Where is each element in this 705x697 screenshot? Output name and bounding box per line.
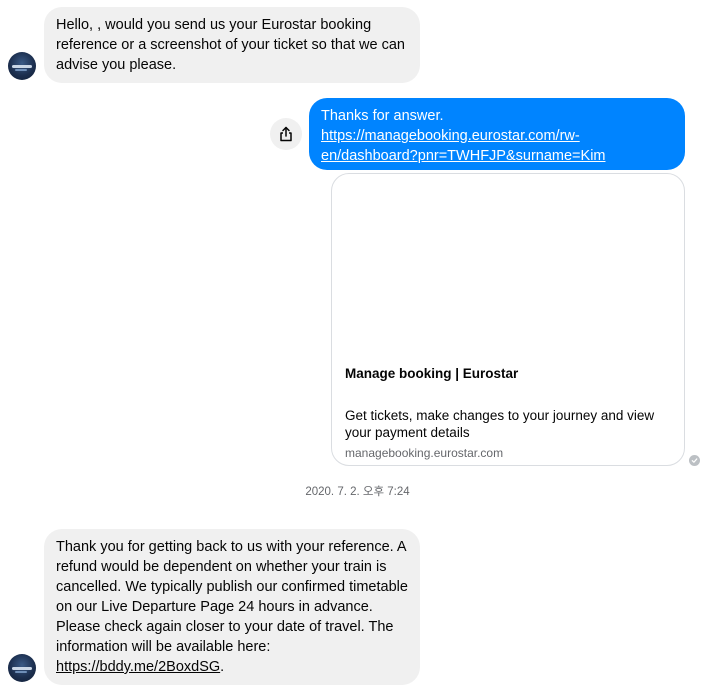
message-timestamp: 2020. 7. 2. 오후 7:24 bbox=[0, 483, 705, 499]
message-link[interactable]: https://bddy.me/2BoxdSG bbox=[56, 659, 220, 675]
link-preview-domain: managebooking.eurostar.com bbox=[345, 446, 504, 460]
share-icon bbox=[280, 126, 292, 142]
message-text: Thank you for getting back to us with yo… bbox=[56, 539, 408, 655]
share-button[interactable] bbox=[270, 118, 302, 150]
avatar-image-detail bbox=[15, 69, 27, 71]
link-preview-description: Get tickets, make changes to your journe… bbox=[345, 408, 655, 440]
incoming-message[interactable]: Thank you for getting back to us with yo… bbox=[44, 529, 420, 685]
link-line: https://managebooking.eurostar.com/rw- bbox=[321, 128, 580, 144]
message-text: Thanks for answer. bbox=[321, 108, 444, 124]
message-link[interactable]: https://managebooking.eurostar.com/rw- e… bbox=[321, 128, 606, 164]
message-punctuation: . bbox=[220, 659, 225, 675]
contact-avatar[interactable] bbox=[8, 52, 36, 80]
avatar-image-detail bbox=[12, 667, 32, 670]
link-preview-card[interactable]: Manage booking | Eurostar Get tickets, m… bbox=[331, 173, 685, 466]
timestamp-text: 2020. 7. 2. 오후 7:24 bbox=[305, 486, 410, 498]
avatar-image-detail bbox=[15, 671, 27, 673]
link-line: en/dashboard?pnr=TWHFJP&surname=Kim bbox=[321, 148, 606, 164]
avatar-image-detail bbox=[12, 65, 32, 68]
link-preview-title: Manage booking | Eurostar bbox=[345, 366, 519, 381]
contact-avatar[interactable] bbox=[8, 654, 36, 682]
outgoing-message[interactable]: Thanks for answer. https://managebooking… bbox=[309, 98, 685, 170]
message-text: Hello, , would you send us your Eurostar… bbox=[56, 17, 405, 73]
seen-check-icon bbox=[689, 455, 700, 466]
incoming-message[interactable]: Hello, , would you send us your Eurostar… bbox=[44, 7, 420, 83]
